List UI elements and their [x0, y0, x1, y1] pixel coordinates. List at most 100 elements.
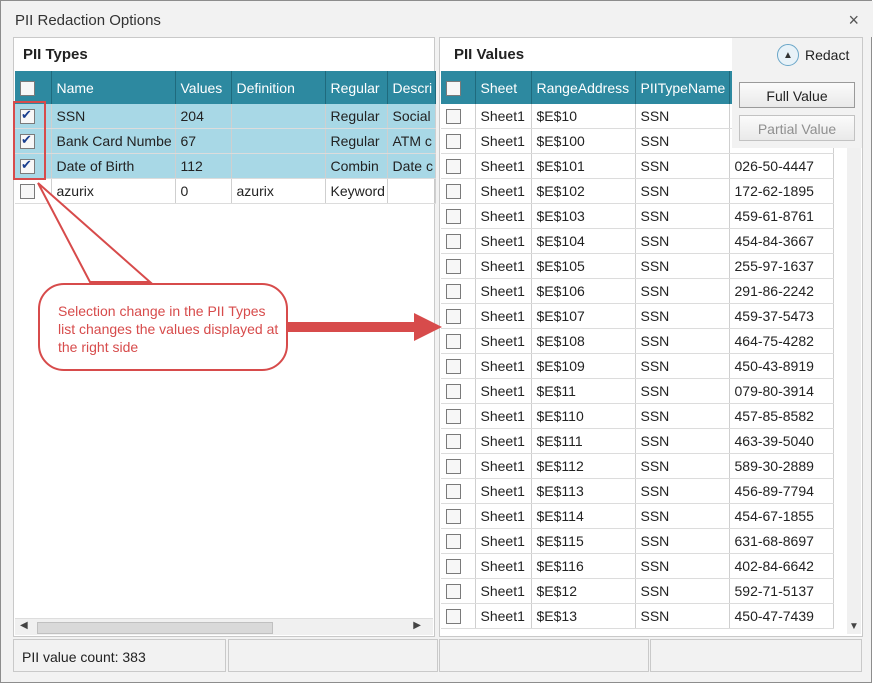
pii-value-row[interactable]: Sheet1 $E$114 SSN 454-67-1855: [441, 503, 834, 529]
pii-value-row[interactable]: Sheet1 $E$113 SSN 456-89-7794: [441, 478, 834, 504]
checkbox-icon[interactable]: [20, 157, 35, 175]
checkbox-icon[interactable]: [446, 309, 461, 325]
column-description[interactable]: Descri: [387, 71, 436, 104]
scroll-down-icon[interactable]: ▼: [849, 621, 859, 632]
row-checkbox[interactable]: [441, 128, 476, 154]
row-checkbox[interactable]: [441, 428, 476, 454]
pii-value-row[interactable]: Sheet1 $E$115 SSN 631-68-8697: [441, 528, 834, 554]
row-checkbox[interactable]: [441, 603, 476, 629]
checkbox-icon[interactable]: [446, 184, 461, 200]
pii-value-row[interactable]: Sheet1 $E$11 SSN 079-80-3914: [441, 378, 834, 404]
checkbox-icon[interactable]: [20, 107, 35, 125]
pii-type-row[interactable]: azurix 0 azurix Keyword: [15, 178, 436, 204]
row-checkbox[interactable]: [441, 328, 476, 354]
row-checkbox[interactable]: [441, 104, 476, 129]
row-checkbox[interactable]: [441, 303, 476, 329]
pii-value-row[interactable]: Sheet1 $E$105 SSN 255-97-1637: [441, 253, 834, 279]
close-icon[interactable]: ×: [848, 10, 859, 31]
cell-range-address: $E$12: [531, 578, 636, 604]
scroll-thumb[interactable]: [37, 622, 273, 634]
cell-value: 454-67-1855: [729, 503, 834, 529]
column-values[interactable]: Values: [175, 71, 232, 104]
pii-value-row[interactable]: Sheet1 $E$104 SSN 454-84-3667: [441, 228, 834, 254]
row-checkbox[interactable]: [441, 453, 476, 479]
row-checkbox[interactable]: [441, 178, 476, 204]
pii-value-row[interactable]: Sheet1 $E$111 SSN 463-39-5040: [441, 428, 834, 454]
pii-value-row[interactable]: Sheet1 $E$112 SSN 589-30-2889: [441, 453, 834, 479]
checkbox-icon[interactable]: [446, 234, 461, 250]
checkbox-icon[interactable]: [446, 459, 461, 475]
row-checkbox[interactable]: [441, 528, 476, 554]
pii-value-row[interactable]: Sheet1 $E$116 SSN 402-84-6642: [441, 553, 834, 579]
horizontal-scrollbar[interactable]: ◀ ▶: [15, 618, 433, 635]
pii-value-row[interactable]: Sheet1 $E$103 SSN 459-61-8761: [441, 203, 834, 229]
row-checkbox[interactable]: [441, 478, 476, 504]
row-checkbox[interactable]: [441, 228, 476, 254]
row-checkbox[interactable]: [441, 253, 476, 279]
checkbox-icon[interactable]: [446, 434, 461, 450]
row-checkbox[interactable]: [441, 378, 476, 404]
pii-type-row[interactable]: SSN204 RegularSocial: [15, 104, 436, 129]
checkbox-icon[interactable]: [20, 132, 35, 150]
checkbox-icon[interactable]: [20, 184, 35, 200]
checkbox-icon[interactable]: [446, 484, 461, 500]
checkbox-icon[interactable]: [446, 559, 461, 575]
checkbox-icon[interactable]: [446, 209, 461, 225]
select-all-checkbox[interactable]: [15, 71, 52, 104]
pii-value-row[interactable]: Sheet1 $E$108 SSN 464-75-4282: [441, 328, 834, 354]
row-checkbox[interactable]: [441, 578, 476, 604]
row-checkbox[interactable]: [15, 128, 52, 154]
pii-value-row[interactable]: Sheet1 $E$12 SSN 592-71-5137: [441, 578, 834, 604]
pii-type-row[interactable]: Date of Birth112 CombinDate c: [15, 153, 436, 179]
checkbox-icon[interactable]: [446, 584, 461, 600]
checkbox-icon[interactable]: [446, 284, 461, 300]
column-definition[interactable]: Definition: [231, 71, 326, 104]
column-name[interactable]: Name: [51, 71, 176, 104]
pii-value-row[interactable]: Sheet1 $E$13 SSN 450-47-7439: [441, 603, 834, 629]
checkbox-icon[interactable]: [446, 534, 461, 550]
checkbox-icon[interactable]: [446, 259, 461, 275]
row-checkbox[interactable]: [441, 203, 476, 229]
row-checkbox[interactable]: [441, 553, 476, 579]
full-value-button[interactable]: Full Value: [739, 82, 855, 108]
column-pii-type-name[interactable]: PIITypeName: [635, 71, 730, 104]
cell-pii-type: SSN: [635, 353, 730, 379]
partial-value-button[interactable]: Partial Value: [739, 115, 855, 141]
vertical-scrollbar[interactable]: ▼: [847, 74, 861, 634]
checkbox-icon[interactable]: [446, 384, 461, 400]
pii-value-row[interactable]: Sheet1 $E$106 SSN 291-86-2242: [441, 278, 834, 304]
pii-value-row[interactable]: Sheet1 $E$110 SSN 457-85-8582: [441, 403, 834, 429]
chevron-up-circle-icon[interactable]: ▲: [777, 44, 799, 66]
checkbox-icon[interactable]: [446, 409, 461, 425]
redact-toggle[interactable]: ▲ Redact: [777, 44, 849, 66]
row-checkbox[interactable]: [441, 503, 476, 529]
pii-value-row[interactable]: Sheet1 $E$107 SSN 459-37-5473: [441, 303, 834, 329]
checkbox-icon[interactable]: [446, 159, 461, 175]
row-checkbox[interactable]: [15, 153, 52, 179]
cell-range-address: $E$103: [531, 203, 636, 229]
pii-type-row[interactable]: Bank Card Numbe67 RegularATM c: [15, 128, 436, 154]
row-checkbox[interactable]: [15, 104, 52, 129]
row-checkbox[interactable]: [441, 153, 476, 179]
checkbox-icon[interactable]: [446, 509, 461, 525]
pii-value-row[interactable]: Sheet1 $E$101 SSN 026-50-4447: [441, 153, 834, 179]
scroll-left-icon[interactable]: ◀: [20, 620, 28, 631]
pii-value-row[interactable]: Sheet1 $E$109 SSN 450-43-8919: [441, 353, 834, 379]
checkbox-icon[interactable]: [446, 134, 461, 150]
checkbox-icon[interactable]: [446, 359, 461, 375]
cell-value: 592-71-5137: [729, 578, 834, 604]
row-checkbox[interactable]: [441, 278, 476, 304]
checkbox-icon[interactable]: [446, 334, 461, 350]
column-range-address[interactable]: RangeAddress: [531, 71, 636, 104]
checkbox-icon[interactable]: [446, 609, 461, 625]
column-regular[interactable]: Regular: [325, 71, 388, 104]
row-checkbox[interactable]: [441, 353, 476, 379]
row-checkbox[interactable]: [441, 403, 476, 429]
scroll-right-icon[interactable]: ▶: [413, 620, 421, 631]
cell-value: 459-61-8761: [729, 203, 834, 229]
row-checkbox[interactable]: [15, 178, 52, 204]
select-all-values-checkbox[interactable]: [441, 71, 476, 104]
column-sheet[interactable]: Sheet: [475, 71, 532, 104]
pii-value-row[interactable]: Sheet1 $E$102 SSN 172-62-1895: [441, 178, 834, 204]
checkbox-icon[interactable]: [446, 109, 461, 125]
